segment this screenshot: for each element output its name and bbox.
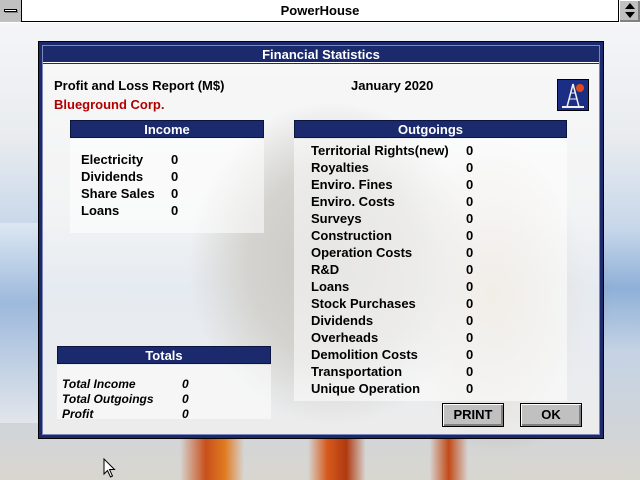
totals-row-label: Profit (62, 407, 94, 421)
outgoings-row-label: Construction (311, 228, 392, 243)
totals-row-value: 0 (182, 407, 189, 421)
outgoings-header: Outgoings (294, 120, 567, 138)
outgoings-row-label: Unique Operation (311, 381, 421, 396)
outgoings-row-value: 0 (466, 143, 474, 158)
outgoings-row-label: Operation Costs (311, 245, 413, 260)
company-name: Blueground Corp. (54, 97, 165, 112)
oil-rig-icon (557, 79, 589, 111)
restore-up-arrow-icon (625, 3, 635, 9)
income-row-value: 0 (171, 203, 179, 218)
outgoings-row-label: Loans (311, 279, 350, 294)
income-row-label: Electricity (81, 152, 144, 167)
outgoings-row-label: Demolition Costs (311, 347, 418, 362)
outgoings-row-value: 0 (466, 296, 474, 311)
dialog-body: Profit and Loss Report (M$) January 2020… (43, 64, 599, 434)
restore-down-arrow-icon (625, 12, 635, 18)
outgoings-row-value: 0 (466, 228, 474, 243)
print-button[interactable]: PRINT (442, 403, 504, 427)
system-menu-icon (4, 9, 17, 12)
totals-row-value: 0 (182, 392, 189, 406)
totals-header: Totals (57, 346, 271, 364)
outgoings-row-label: R&D (311, 262, 340, 277)
income-row-label: Dividends (81, 169, 144, 184)
income-row-label: Share Sales (81, 186, 155, 201)
totals-row-value: 0 (182, 377, 189, 391)
system-menu-button[interactable] (0, 0, 22, 22)
outgoings-row-value: 0 (466, 330, 474, 345)
outgoings-row-value: 0 (466, 347, 474, 362)
outgoings-row-value: 0 (466, 364, 474, 379)
mouse-pointer-icon (103, 457, 117, 478)
income-row-value: 0 (171, 186, 179, 201)
window-title: PowerHouse (280, 3, 360, 18)
window-title-bar: PowerHouse (0, 0, 640, 22)
outgoings-row-value: 0 (466, 245, 474, 260)
outgoings-row-value: 0 (466, 177, 474, 192)
report-date: January 2020 (351, 78, 434, 93)
outgoings-row-value: 0 (466, 279, 474, 294)
dialog-title: Financial Statistics (43, 46, 599, 63)
income-header: Income (70, 120, 264, 138)
dialog-frame: Financial Statistics Profit and Loss Rep… (42, 45, 600, 435)
restore-button[interactable] (618, 0, 640, 22)
outgoings-row-label: Overheads (311, 330, 379, 345)
outgoings-row-label: Surveys (311, 211, 362, 226)
outgoings-row-label: Dividends (311, 313, 374, 328)
outgoings-row-value: 0 (466, 211, 474, 226)
financial-statistics-dialog: Financial Statistics Profit and Loss Rep… (38, 41, 604, 439)
outgoings-row-label: Enviro. Costs (311, 194, 395, 209)
outgoings-row-label: Territorial Rights(new) (311, 143, 449, 158)
income-row-value: 0 (171, 169, 179, 184)
income-row-value: 0 (171, 152, 179, 167)
outgoings-row-value: 0 (466, 313, 474, 328)
totals-row-label: Total Income (62, 377, 136, 391)
totals-row-label: Total Outgoings (62, 392, 154, 406)
outgoings-row-label: Enviro. Fines (311, 177, 393, 192)
outgoings-row-label: Stock Purchases (311, 296, 416, 311)
income-row-label: Loans (81, 203, 120, 218)
outgoings-row-value: 0 (466, 194, 474, 209)
outgoings-row-value: 0 (466, 160, 474, 175)
outgoings-row-label: Royalties (311, 160, 369, 175)
report-title: Profit and Loss Report (M$) (54, 78, 225, 93)
outgoings-row-label: Transportation (311, 364, 403, 379)
ok-button[interactable]: OK (520, 403, 582, 427)
outgoings-row-value: 0 (466, 381, 474, 396)
outgoings-row-value: 0 (466, 262, 474, 277)
